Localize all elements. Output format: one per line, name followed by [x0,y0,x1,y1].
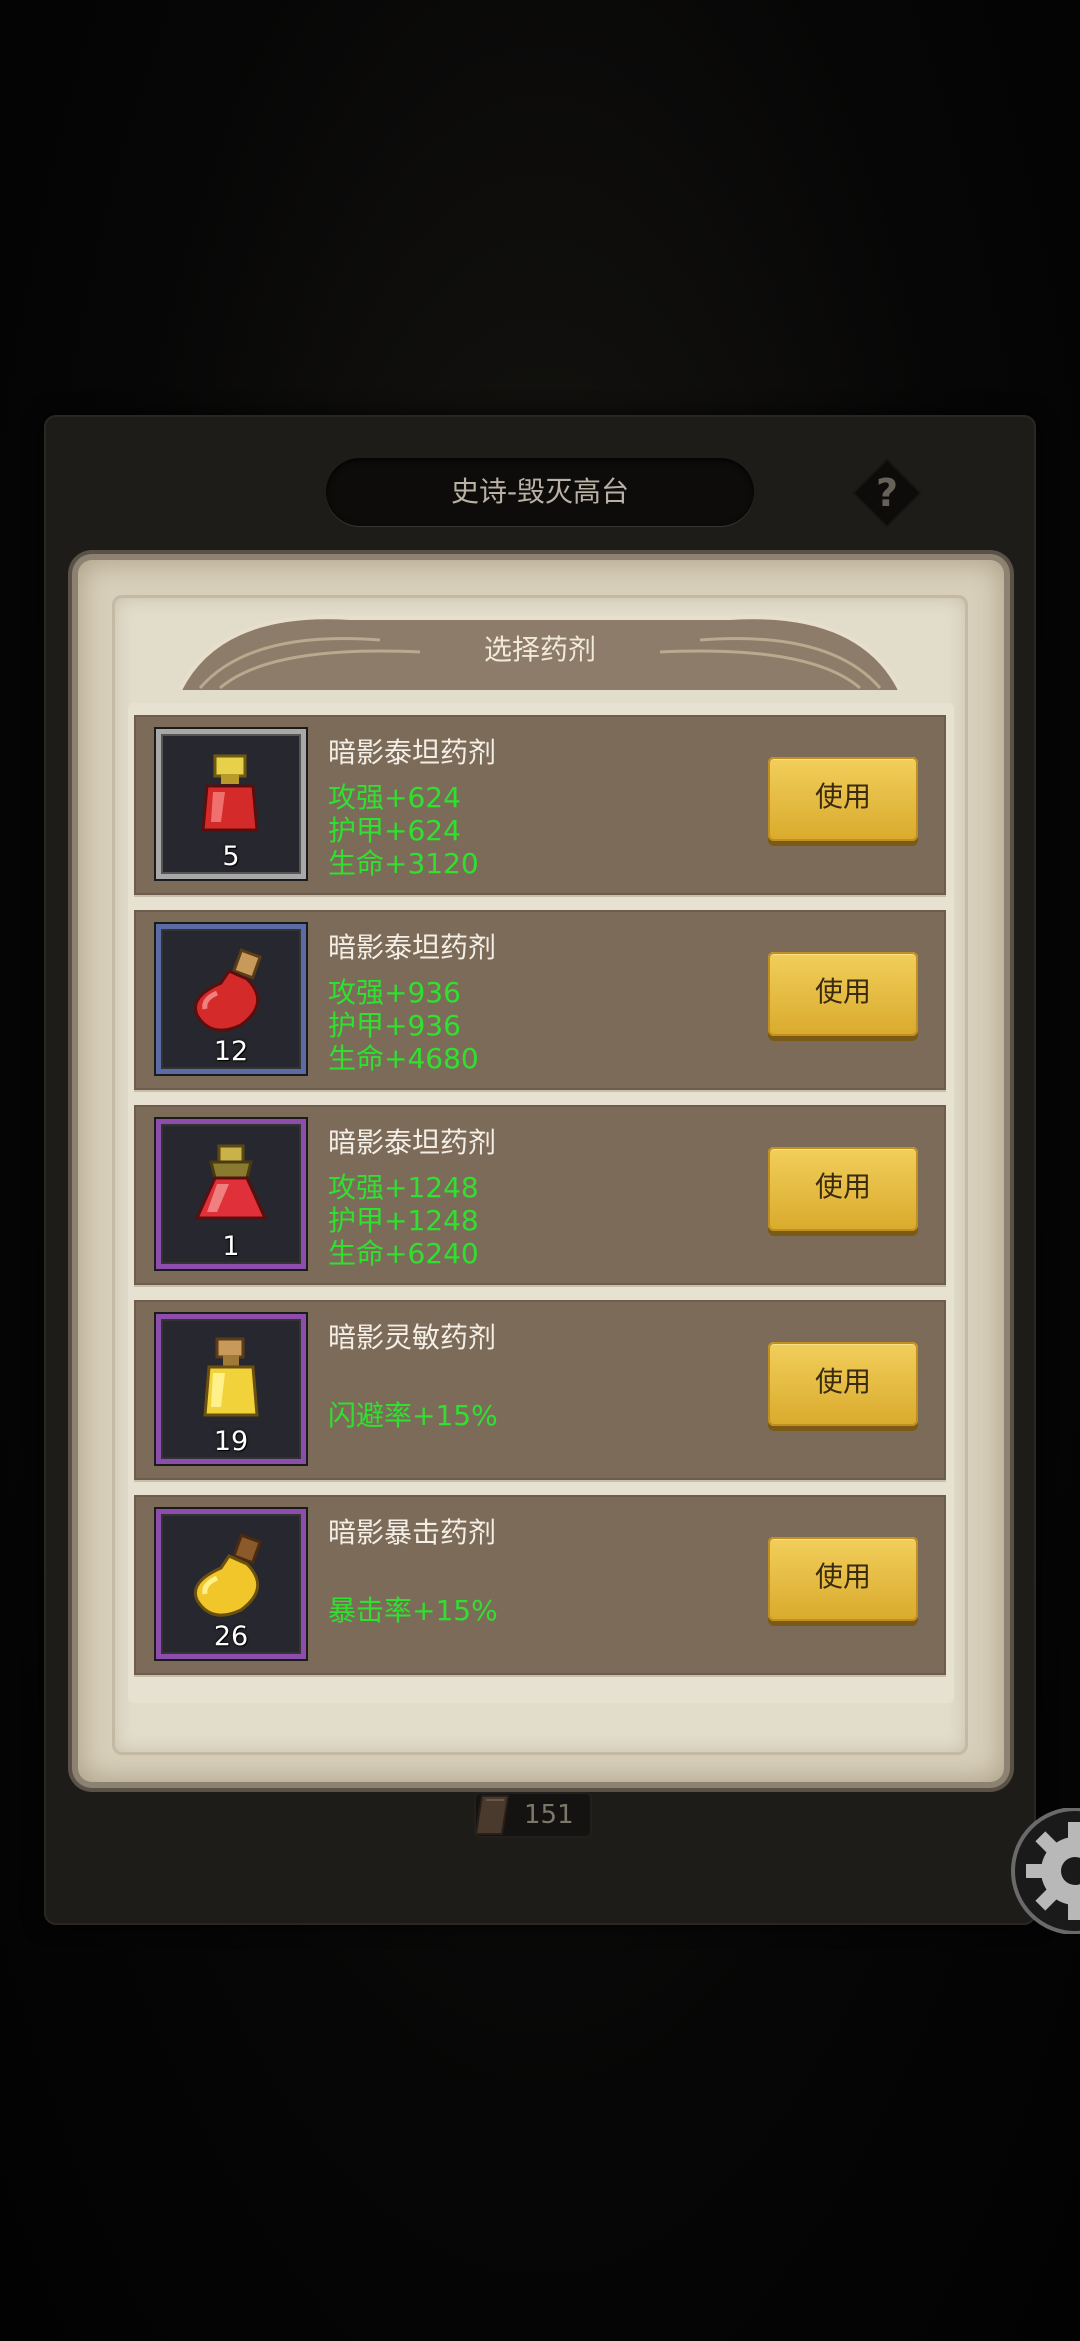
potion-stat: 生命+6240 [328,1237,479,1270]
potion-slot[interactable]: 19 [156,1314,306,1464]
yellow-square-potion-icon [203,1337,259,1417]
use-button[interactable]: 使用 [768,952,918,1036]
potion-stat: 生命+3120 [328,847,479,880]
scroll-icon [474,1795,510,1835]
currency-value: 151 [524,1800,574,1830]
potion-name: 暗影泰坦药剂 [328,736,497,769]
potion-item: 26 暗影暴击药剂 暴击率+15% 使用 [134,1495,946,1675]
currency-counter: 151 [474,1792,592,1838]
potion-item: 1 暗影泰坦药剂 攻强+1248 护甲+1248 生命+6240 使用 [134,1105,946,1285]
potion-stat: 生命+4680 [328,1042,479,1075]
potion-name: 暗影暴击药剂 [328,1516,497,1549]
potion-stat: 暴击率+15% [328,1594,498,1627]
potion-stat: 护甲+1248 [328,1204,479,1237]
settings-gear-button[interactable] [1010,1808,1080,1934]
potion-item: 12 暗影泰坦药剂 攻强+936 护甲+936 生命+4680 使用 [134,910,946,1090]
potion-stat: 护甲+624 [328,814,461,847]
help-button[interactable]: ? [852,458,922,528]
potion-slot[interactable]: 26 [156,1509,306,1659]
potion-stat: 攻强+936 [328,976,461,1009]
potion-count: 12 [213,1036,249,1067]
gear-icon [1011,1808,1080,1934]
red-bottle-potion-icon [194,1144,268,1220]
modal-title: 选择药剂 [483,633,596,666]
potion-count: 19 [213,1426,249,1457]
potion-stat: 攻强+624 [328,781,461,814]
dungeon-title: 史诗-毁灭高台 [326,458,754,526]
potion-count: 26 [213,1621,249,1652]
potion-stat: 攻强+1248 [328,1171,479,1204]
potion-name: 暗影泰坦药剂 [328,931,497,964]
use-button[interactable]: 使用 [768,1147,918,1231]
potion-slot[interactable]: 5 [156,729,306,879]
use-button[interactable]: 使用 [768,1537,918,1621]
potion-stat: 护甲+936 [328,1009,461,1042]
potion-item: 19 暗影灵敏药剂 闪避率+15% 使用 [134,1300,946,1480]
potion-name: 暗影灵敏药剂 [328,1321,497,1354]
potion-slot[interactable]: 1 [156,1119,306,1269]
potion-stat: 闪避率+15% [328,1399,498,1432]
help-label: ? [875,471,899,515]
use-button[interactable]: 使用 [768,1342,918,1426]
potion-item: 5 暗影泰坦药剂 攻强+624 护甲+624 生命+3120 使用 [134,715,946,895]
red-square-potion-icon [201,754,259,832]
potion-name: 暗影泰坦药剂 [328,1126,497,1159]
potion-count: 1 [222,1231,240,1262]
red-flask-potion-icon [194,948,263,1032]
potion-slot[interactable]: 12 [156,924,306,1074]
yellow-flask-potion-icon [194,1533,263,1617]
potion-count: 5 [222,841,240,872]
use-button[interactable]: 使用 [768,757,918,841]
